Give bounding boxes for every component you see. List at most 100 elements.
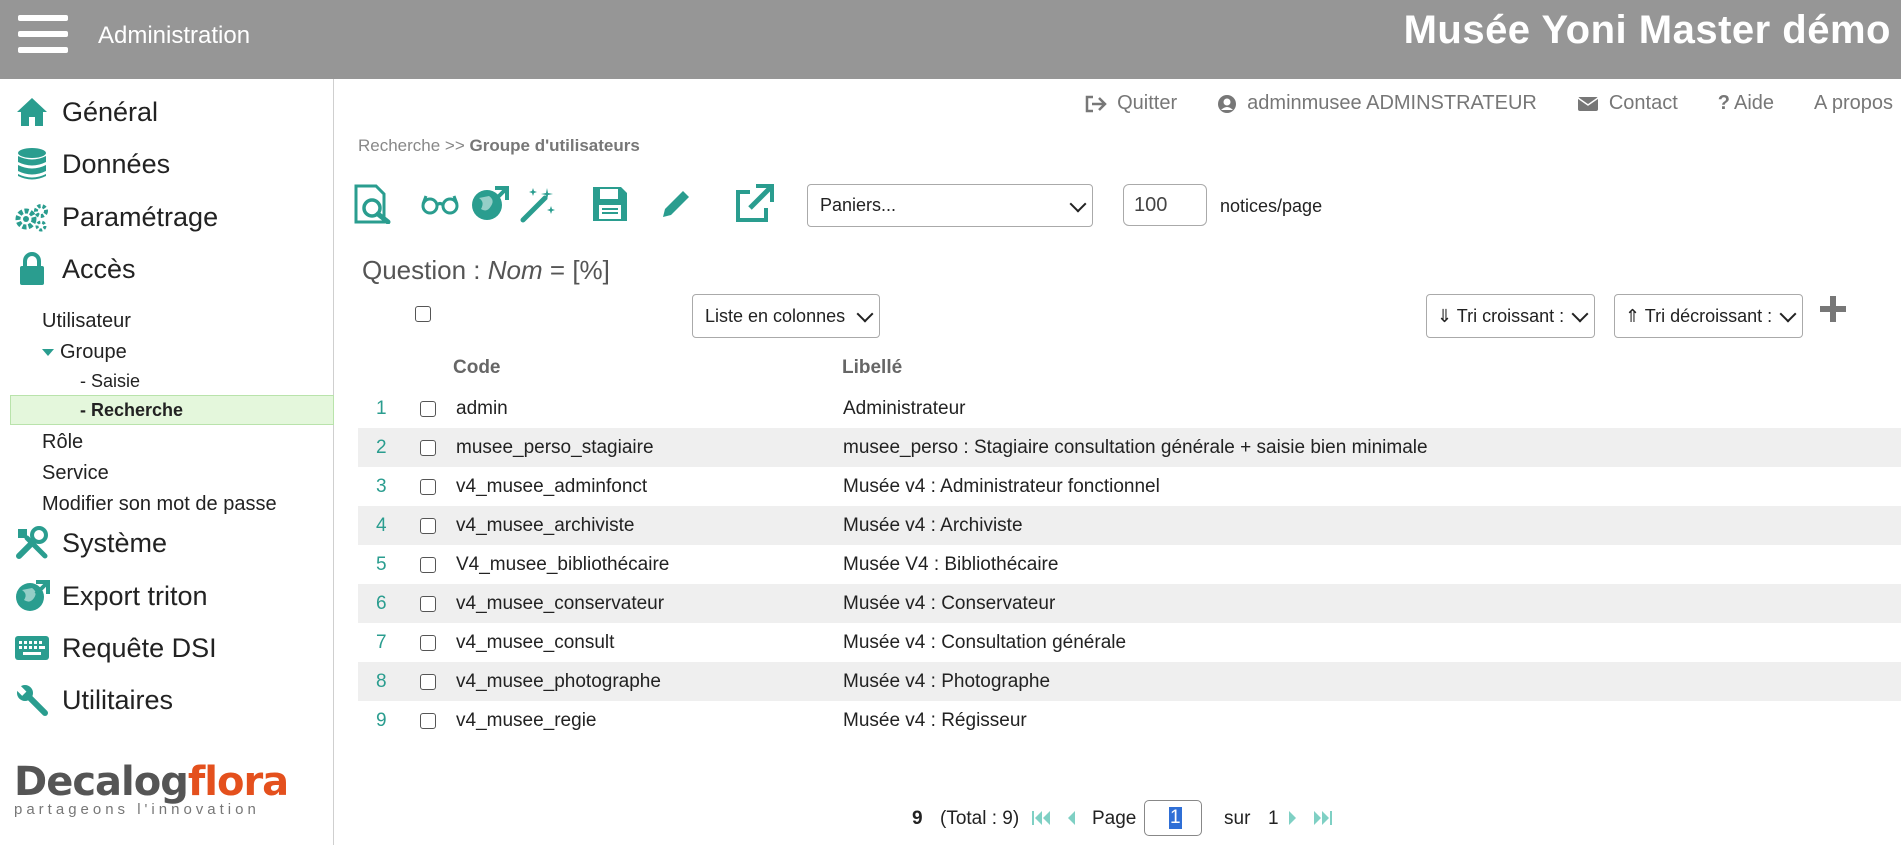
- row-number[interactable]: 9: [376, 710, 387, 732]
- about-link[interactable]: A propos: [1814, 92, 1893, 115]
- table-row[interactable]: 8 v4_musee_photographe Musée v4 : Photogra…: [358, 662, 1901, 701]
- sidebar-subitem-saisie[interactable]: - Saisie: [80, 371, 140, 392]
- user-account-link[interactable]: adminmusee ADMINSTRATEUR: [1217, 92, 1537, 115]
- caret-down-icon: [42, 349, 54, 357]
- globe-export-icon: [472, 186, 509, 220]
- sidebar-item-label: Accès: [62, 253, 136, 284]
- sort-ascending-select[interactable]: ⇓ Tri croissant :: [1426, 294, 1595, 338]
- sidebar-item-utilitaires[interactable]: Utilitaires: [0, 677, 333, 723]
- table-row[interactable]: 6 v4_musee_conservateur Musée v4 : Conserv…: [358, 584, 1901, 623]
- question-mark-icon: ?: [1717, 92, 1731, 114]
- row-checkbox[interactable]: [420, 479, 436, 495]
- row-number[interactable]: 2: [376, 437, 387, 459]
- table-row[interactable]: 7 v4_musee_consult Musée v4 : Consultation…: [358, 623, 1901, 662]
- row-checkbox[interactable]: [420, 713, 436, 729]
- row-checkbox[interactable]: [420, 518, 436, 534]
- row-label: Musée v4 : Régisseur: [843, 710, 1027, 731]
- table-row[interactable]: 4 v4_musee_archiviste Musée v4 : Archivist…: [358, 506, 1901, 545]
- user-circle-icon: [1218, 94, 1237, 113]
- export-button[interactable]: [467, 182, 511, 226]
- result-count: 9: [912, 808, 923, 829]
- row-code: v4_musee_regie: [456, 710, 597, 731]
- row-number[interactable]: 5: [376, 554, 387, 576]
- section-title: Administration: [98, 22, 251, 49]
- row-checkbox[interactable]: [420, 596, 436, 612]
- sidebar-item-label: Système: [62, 527, 168, 558]
- sidebar-item-label: Paramétrage: [62, 201, 219, 232]
- row-checkbox[interactable]: [420, 440, 436, 456]
- sidebar-item-requete-dsi[interactable]: Requête DSI: [0, 625, 333, 671]
- page-count: 1: [1268, 808, 1279, 829]
- table-row[interactable]: 1 admin Administrateur: [358, 389, 1901, 428]
- sidebar-subitem-role[interactable]: Rôle: [42, 431, 83, 454]
- sort-descending-select[interactable]: ⇑ Tri décroissant :: [1614, 294, 1803, 338]
- last-page-icon[interactable]: [1312, 810, 1332, 826]
- contact-link[interactable]: Contact: [1577, 92, 1678, 115]
- page-number-input[interactable]: 1: [1144, 800, 1202, 836]
- save-button[interactable]: [588, 182, 632, 226]
- result-total: (Total : 9): [940, 808, 1020, 829]
- previous-page-icon[interactable]: [1066, 810, 1076, 826]
- row-code: v4_musee_archiviste: [456, 515, 635, 536]
- help-link[interactable]: ? Aide: [1718, 92, 1774, 115]
- table-row[interactable]: 5 V4_musee_bibliothécaire Musée V4 : Bibli…: [358, 545, 1901, 584]
- home-icon: [14, 94, 50, 130]
- external-link-button[interactable]: [732, 182, 776, 226]
- question-operator: =: [549, 255, 566, 285]
- sidebar-item-acces[interactable]: Accès: [0, 246, 333, 292]
- question-value: [%]: [572, 255, 610, 285]
- sidebar-subitem-password[interactable]: Modifier son mot de passe: [42, 493, 277, 516]
- search-preview-button[interactable]: [350, 182, 394, 226]
- sidebar-item-systeme[interactable]: Système: [0, 520, 333, 566]
- row-checkbox[interactable]: [420, 401, 436, 417]
- baskets-select[interactable]: Paniers...: [807, 184, 1093, 227]
- column-header-code[interactable]: Code: [453, 357, 501, 379]
- table-row[interactable]: 2 musee_perso_stagiaire musee_perso : Stag…: [358, 428, 1901, 467]
- sidebar-item-label: Requête DSI: [62, 632, 217, 663]
- sidebar-subitem-service[interactable]: Service: [42, 462, 109, 485]
- select-all-checkbox[interactable]: [415, 306, 431, 322]
- app-title: Musée Yoni Master démo: [1403, 8, 1891, 52]
- display-mode-select[interactable]: Liste en colonnes: [692, 294, 880, 338]
- user-label: adminmusee ADMINSTRATEUR: [1247, 92, 1537, 114]
- quit-link[interactable]: Quitter: [1085, 92, 1177, 115]
- row-number[interactable]: 6: [376, 593, 387, 615]
- question-field: Nom: [487, 255, 543, 285]
- row-checkbox[interactable]: [420, 557, 436, 573]
- table-row[interactable]: 9 v4_musee_regie Musée v4 : Régisseur: [358, 701, 1901, 740]
- row-number[interactable]: 8: [376, 671, 387, 693]
- row-checkbox[interactable]: [420, 635, 436, 651]
- row-code: admin: [456, 398, 508, 419]
- sidebar-subitem-utilisateur[interactable]: Utilisateur: [42, 310, 131, 333]
- hamburger-menu-icon[interactable]: [18, 15, 68, 53]
- sidebar-item-general[interactable]: Général: [0, 89, 333, 135]
- row-label: musee_perso : Stagiaire consultation gén…: [843, 437, 1428, 458]
- table-row[interactable]: 3 v4_musee_adminfonct Musée v4 : Administr…: [358, 467, 1901, 506]
- sidebar-item-donnees[interactable]: Données: [0, 141, 333, 187]
- sort-descending-value: ⇑ Tri décroissant :: [1625, 305, 1773, 326]
- sidebar-item-label: Général: [62, 96, 159, 127]
- row-label: Musée v4 : Consultation générale: [843, 632, 1127, 653]
- row-number[interactable]: 1: [376, 398, 387, 420]
- chevron-down-icon: [1571, 305, 1589, 323]
- row-checkbox[interactable]: [420, 674, 436, 690]
- first-page-icon[interactable]: [1032, 810, 1052, 826]
- magic-button[interactable]: [515, 182, 559, 226]
- row-number[interactable]: 7: [376, 632, 387, 654]
- row-label: Musée v4 : Conservateur: [843, 593, 1056, 614]
- edit-button[interactable]: [654, 182, 698, 226]
- per-page-input[interactable]: 100: [1123, 184, 1207, 226]
- row-number[interactable]: 4: [376, 515, 387, 537]
- breadcrumb-parent[interactable]: Recherche >>: [358, 136, 465, 155]
- column-header-libelle[interactable]: Libellé: [842, 357, 902, 379]
- external-link-icon: [736, 184, 774, 222]
- sidebar-subitem-recherche[interactable]: - Recherche: [80, 400, 183, 421]
- sidebar-item-parametrage[interactable]: Paramétrage: [0, 194, 333, 240]
- next-page-icon[interactable]: [1288, 810, 1298, 826]
- row-number[interactable]: 3: [376, 476, 387, 498]
- chevron-down-icon: [856, 305, 874, 323]
- view-button[interactable]: [418, 182, 462, 226]
- sidebar-item-export-triton[interactable]: Export triton: [0, 573, 333, 619]
- sidebar-subitem-groupe[interactable]: Groupe: [42, 341, 127, 364]
- add-sort-plus-icon[interactable]: [1818, 294, 1848, 324]
